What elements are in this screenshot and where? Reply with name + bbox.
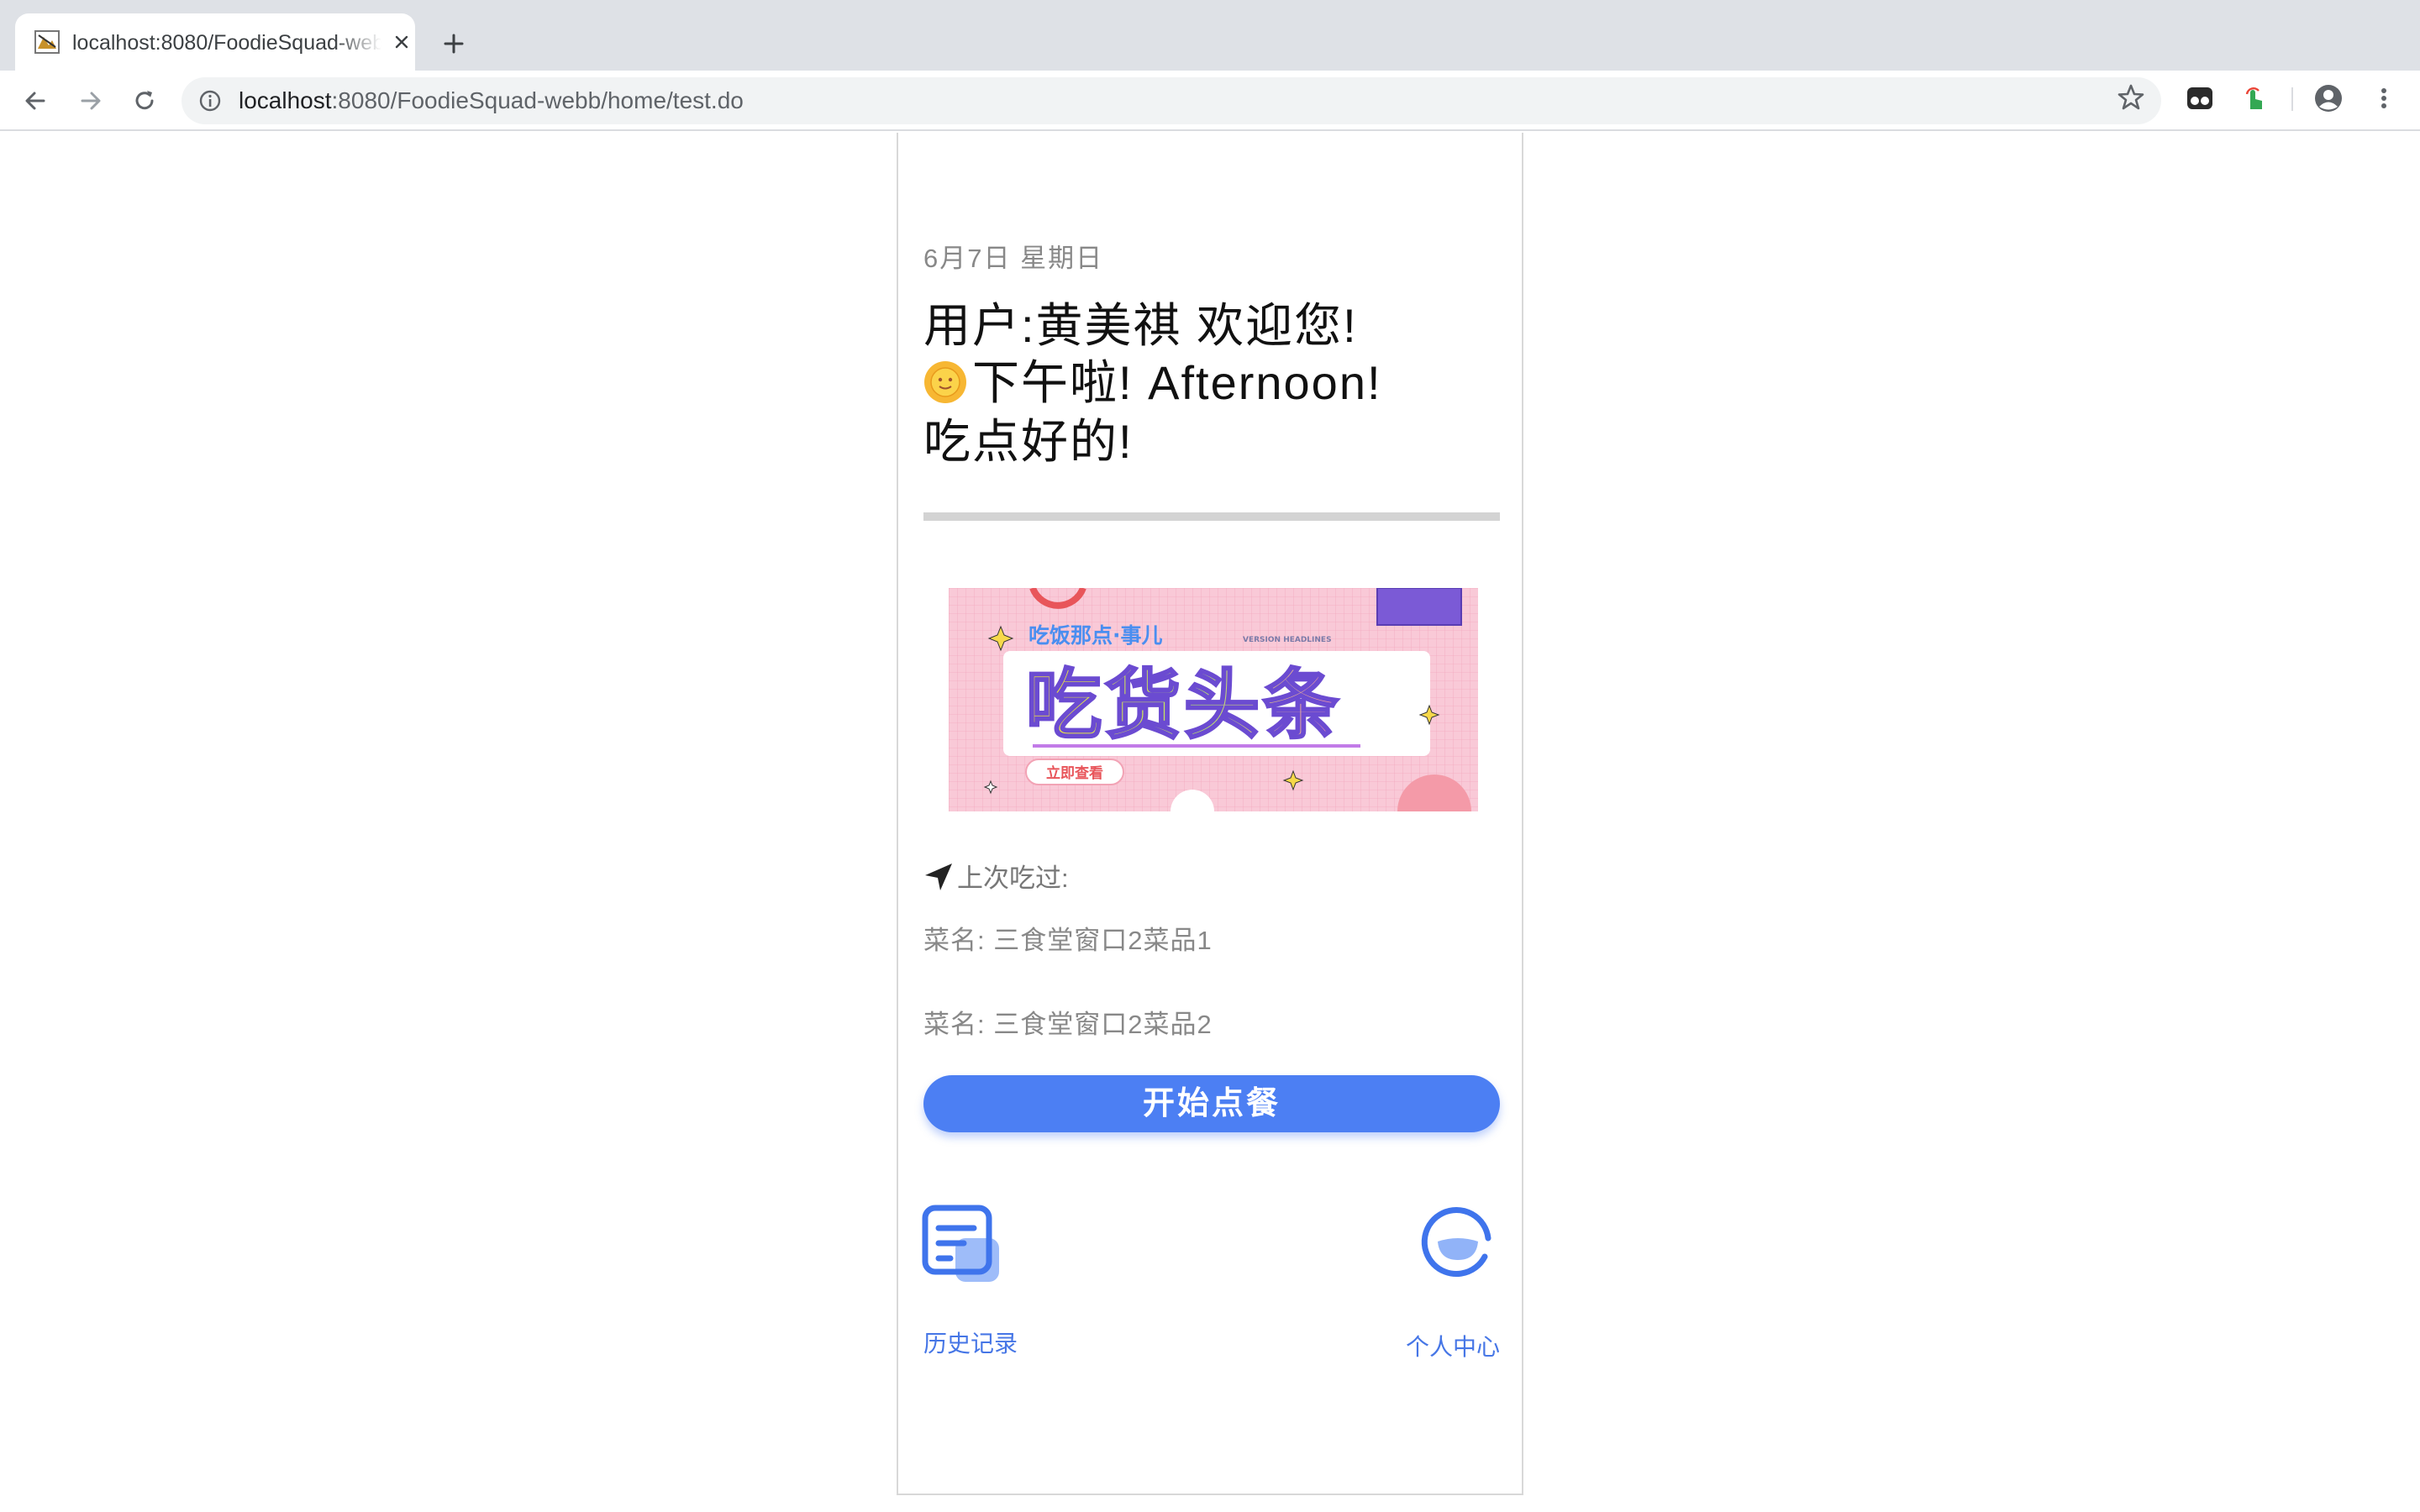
sun-face-icon [924, 361, 966, 403]
browser-toolbar: localhost:8080/FoodieSquad-webb/home/tes… [0, 71, 2420, 131]
start-order-button[interactable]: 开始点餐 [923, 1075, 1500, 1132]
account-icon[interactable] [2314, 84, 2343, 113]
reload-icon[interactable] [129, 86, 160, 116]
profile-link[interactable]: 个人中心 [1406, 1329, 1500, 1362]
afternoon-greeting: 下午啦! Afternoon! [923, 354, 1382, 412]
browser-tab[interactable]: localhost:8080/FoodieSquad-webb/home/tes… [15, 13, 415, 71]
history-record-icon[interactable] [922, 1205, 1002, 1289]
divider [923, 512, 1500, 521]
banner-headline: 吃货头条 [1026, 661, 1342, 749]
app-container: 6月7日 星期日 用户:黄美祺 欢迎您! 下午啦! Afternoon! 吃点好… [897, 133, 1523, 1495]
tab-title: localhost:8080/FoodieSquad-webb/home/tes… [72, 31, 381, 55]
toolbar-divider [2291, 87, 2293, 111]
star-icon[interactable] [2116, 82, 2146, 113]
profile-center-icon[interactable] [1419, 1205, 1497, 1282]
url-text: localhost:8080/FoodieSquad-webb/home/tes… [239, 87, 744, 113]
favicon-icon [34, 30, 60, 54]
info-icon[interactable] [198, 89, 222, 113]
plus-icon[interactable] [439, 29, 469, 59]
close-icon[interactable] [390, 30, 413, 54]
navigation-arrow-icon [925, 864, 952, 890]
forward-icon[interactable] [76, 86, 106, 116]
banner-graphic: 吃饭那点·事儿 VERSION HEADLINES 吃货头条 立即查看 [949, 588, 1478, 811]
last-ate-heading: 上次吃过: [923, 860, 1069, 897]
address-bar[interactable]: localhost:8080/FoodieSquad-webb/home/tes… [182, 77, 2161, 124]
banner-view-button: 立即查看 [1046, 764, 1103, 782]
dish-item: 菜名: 三食堂窗口2菜品2 [923, 1010, 1213, 1039]
eat-well-text: 吃点好的! [923, 415, 1134, 468]
welcome-text: 用户:黄美祺 欢迎您! [923, 299, 1358, 352]
dish-item: 菜名: 三食堂窗口2菜品1 [923, 926, 1213, 955]
back-icon[interactable] [20, 86, 50, 116]
tab-strip: localhost:8080/FoodieSquad-webb/home/tes… [0, 0, 2420, 71]
extension-icon[interactable] [2186, 84, 2214, 113]
banner-top-text: 吃饭那点·事儿 [1028, 623, 1163, 648]
date-text: 6月7日 星期日 [923, 244, 1104, 273]
menu-icon[interactable] [2370, 84, 2398, 113]
foodie-headlines-banner[interactable]: 吃饭那点·事儿 VERSION HEADLINES 吃货头条 立即查看 [949, 588, 1478, 811]
touch-extension-icon[interactable] [2240, 84, 2269, 113]
banner-sub-text: VERSION HEADLINES [1243, 636, 1332, 644]
history-link[interactable]: 历史记录 [923, 1326, 1018, 1359]
